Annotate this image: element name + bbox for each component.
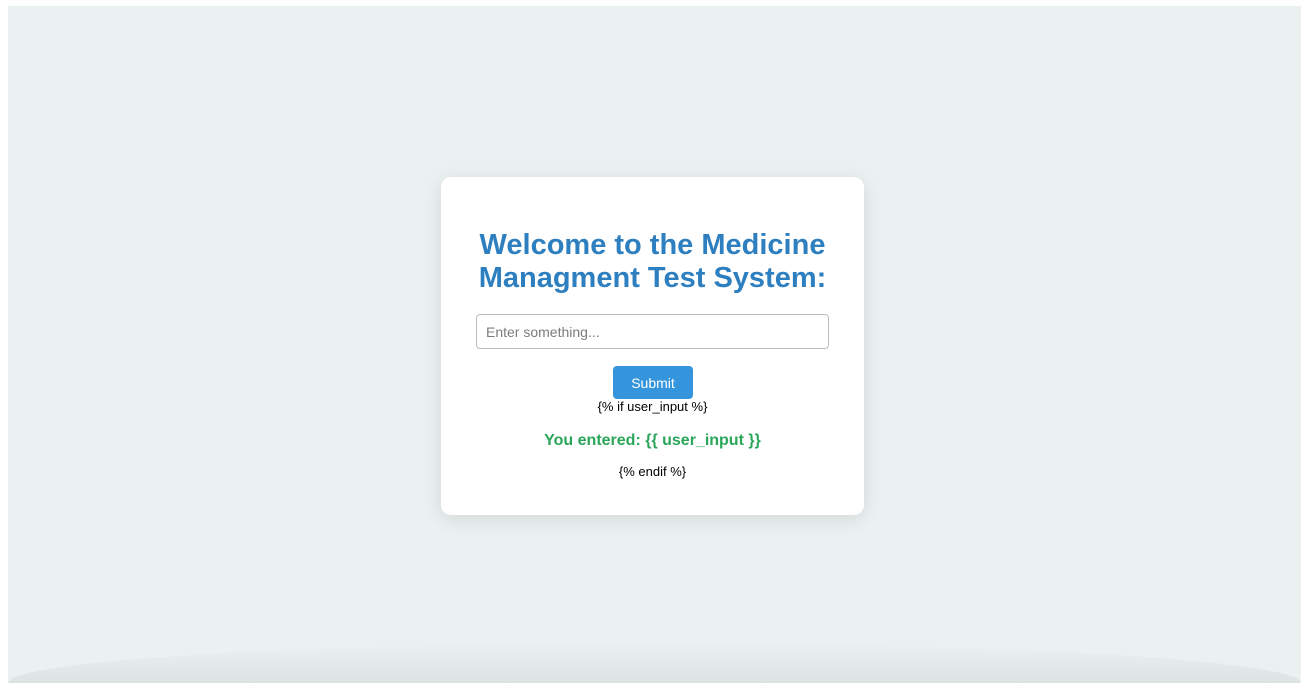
title-line-1: Welcome to the Medicine	[479, 229, 826, 261]
template-endif-text: {% endif %}	[618, 464, 687, 479]
user-input-field[interactable]	[476, 314, 829, 349]
page-background: Welcome to the Medicine Managment Test S…	[8, 6, 1301, 683]
page-title: Welcome to the Medicine Managment Test S…	[441, 229, 864, 295]
bottom-shadow	[8, 643, 1301, 683]
template-if-text: {% if user_input %}	[597, 399, 708, 414]
welcome-card: Welcome to the Medicine Managment Test S…	[441, 177, 864, 515]
submit-button[interactable]: Submit	[613, 366, 693, 399]
title-line-2: Managment Test System:	[478, 262, 827, 294]
result-message: You entered: {{ user_input }}	[544, 432, 761, 449]
